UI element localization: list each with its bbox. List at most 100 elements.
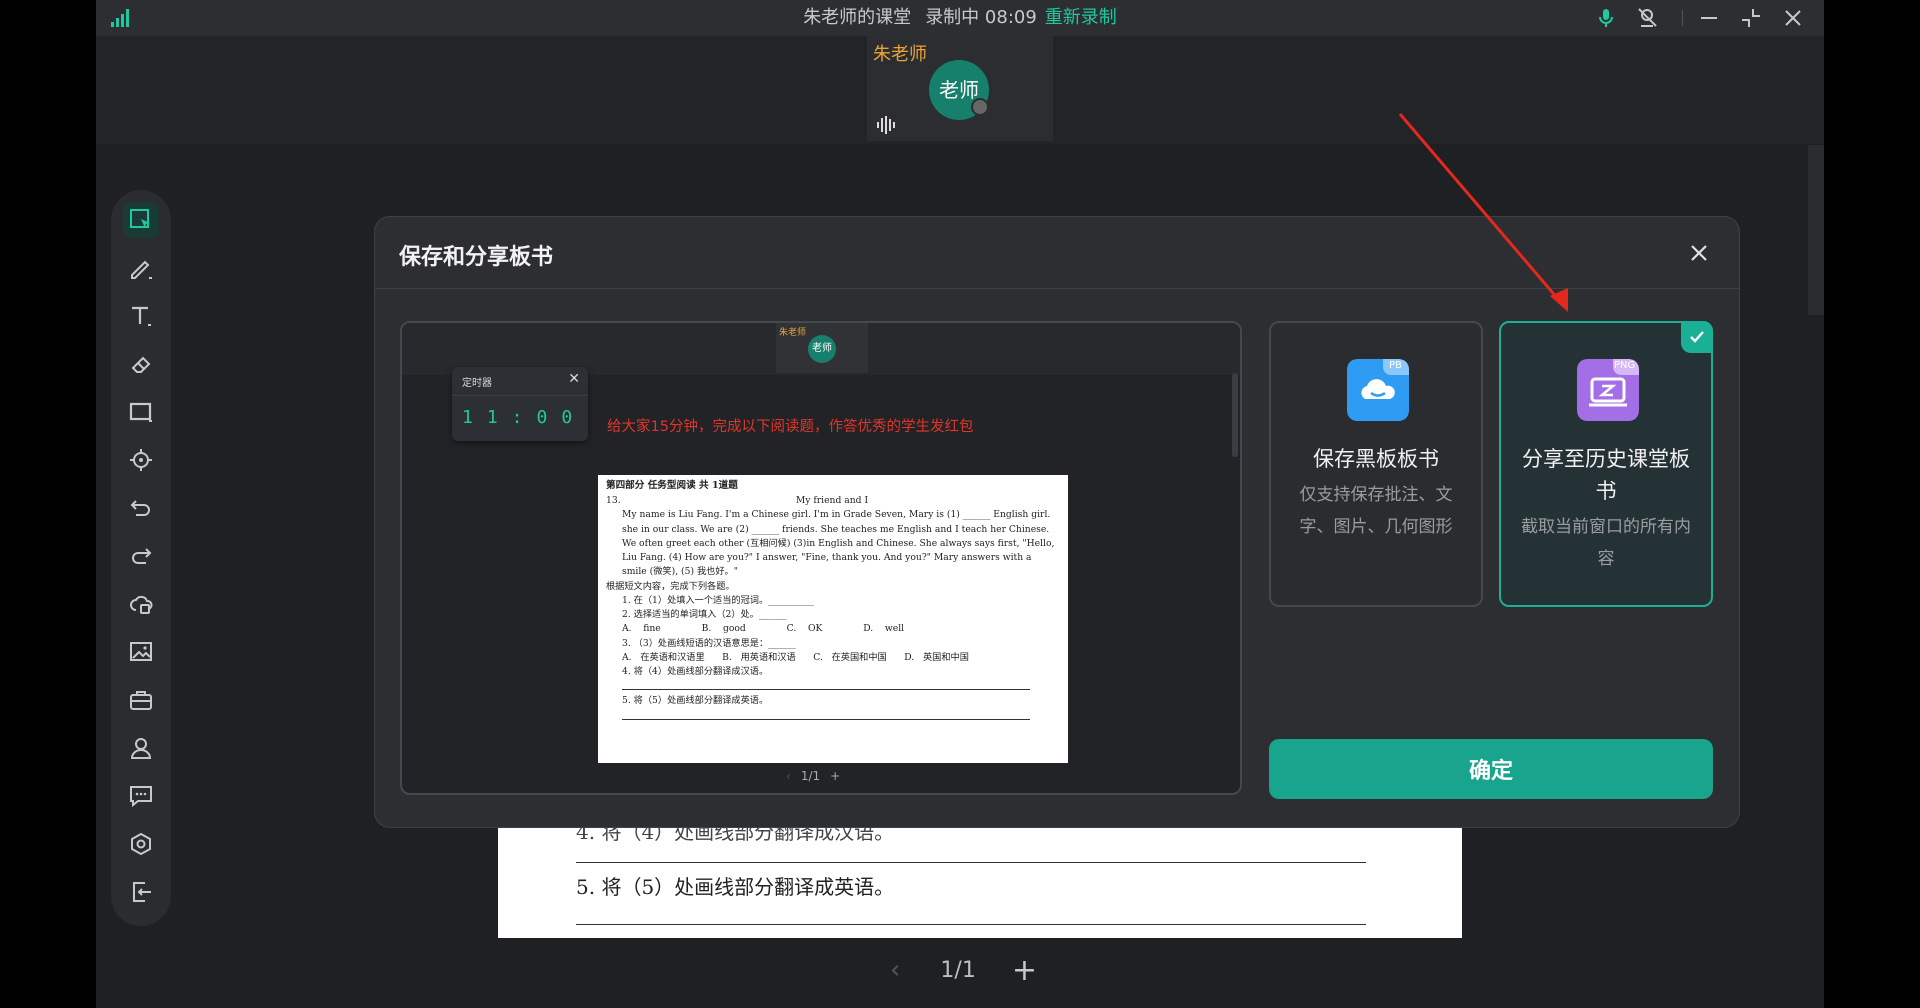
audio-wave-icon: [877, 116, 895, 134]
selected-check-icon: [1681, 321, 1713, 353]
preview-scrollbar: [1232, 373, 1238, 457]
preview-avatar: 老师: [808, 335, 836, 363]
page-indicator: 1/1: [940, 957, 976, 983]
rectangle-icon: [129, 402, 152, 422]
control-divider: [1682, 10, 1683, 26]
preview-teacher-name: 朱老师: [779, 328, 807, 338]
shape-tool[interactable]: [123, 394, 159, 430]
doc-q5: 5. 将（5）处画线部分翻译成英语。: [622, 695, 769, 707]
select-icon: [130, 209, 150, 228]
preview-page-indicator: 1/1: [800, 769, 821, 783]
doc-answer-line: [576, 924, 1366, 925]
dialog-header: 保存和分享板书: [375, 217, 1739, 289]
prev-page-button[interactable]: ‹: [890, 955, 900, 985]
toolbox-tool[interactable]: [123, 682, 159, 718]
board-preview: 朱老师 老师 定时器 ✕ 11:00 给大家15分钟，完成以下阅读题，作答优秀的…: [400, 321, 1242, 795]
doc-passage-title: My friend and I: [795, 495, 869, 507]
video-area: 朱老师 老师: [96, 36, 1824, 144]
confirm-button[interactable]: 确定: [1269, 739, 1713, 799]
text-icon: [132, 306, 151, 326]
classroom-app: 朱老师的课堂 录制中 08:09 重新录制 朱老师 老师 4. 将（4）处画线部…: [96, 0, 1824, 1008]
dialog-close-button[interactable]: [1683, 237, 1715, 269]
avatar-muted-badge-icon: [971, 98, 989, 116]
png-badge: PNG: [1614, 360, 1636, 371]
option-share-desc: 截取当前窗口的所有内容: [1521, 517, 1691, 569]
pb-badge: PB: [1389, 360, 1402, 371]
whiteboard-toolbar: [111, 190, 171, 926]
minimize-icon[interactable]: [1697, 6, 1721, 30]
preview-notice-text: 给大家15分钟，完成以下阅读题，作答优秀的学生发红包: [607, 419, 974, 435]
option-save-title: 保存黑板板书: [1313, 447, 1439, 471]
chat-tool[interactable]: [123, 778, 159, 814]
option-share-history[interactable]: PNG 分享至历史课堂板书 截取当前窗口的所有内容: [1499, 321, 1713, 607]
teacher-video-tile[interactable]: 朱老师 老师: [867, 36, 1053, 141]
doc-instruction: 根据短文内容，完成下列各题。: [606, 580, 735, 592]
chat-icon: [130, 786, 152, 808]
doc-q4: 4. 将（4）处画线部分翻译成汉语。: [622, 666, 769, 678]
window-controls: [1594, 6, 1805, 30]
doc-q2-options: A. fine B. good C. OK D. well: [622, 623, 905, 635]
text-tool[interactable]: [123, 298, 159, 334]
page-navigation: ‹ 1/1 +: [890, 953, 1037, 988]
timer-close-icon: ✕: [568, 371, 580, 387]
image-icon: [130, 642, 152, 661]
cloud-disk-icon: [130, 595, 153, 614]
redo-tool[interactable]: [123, 538, 159, 574]
restore-icon[interactable]: [1739, 6, 1763, 30]
doc-line-q5: 5. 将（5）处画线部分翻译成英语。: [576, 875, 895, 899]
doc-q3: 3. （3）处画线短语的汉语意思是：______: [622, 637, 796, 649]
option-save-desc: 仅支持保存批注、文字、图片、几何图形: [1299, 485, 1453, 537]
eraser-icon: [131, 356, 151, 373]
preview-prev: ‹: [786, 769, 791, 783]
classroom-name: 朱老师的课堂: [803, 7, 912, 28]
timer-divider: [452, 395, 588, 396]
doc-answer-line: [622, 689, 1030, 691]
exit-tool[interactable]: [123, 874, 159, 910]
preview-document: 第四部分 任务型阅读 共 1道题 13. My friend and I My …: [598, 475, 1068, 763]
user-icon: [130, 738, 152, 759]
timer-digits: 11:00: [462, 407, 587, 428]
select-tool[interactable]: [123, 202, 159, 238]
doc-answer-line: [622, 718, 1030, 720]
doc-q1: 1. 在（1）处填入一个适当的冠词。__________: [622, 594, 815, 606]
board-scrollbar[interactable]: [1808, 145, 1824, 315]
settings-tool[interactable]: [123, 826, 159, 862]
doc-passage: My name is Liu Fang. I'm a Chinese girl.…: [622, 509, 1055, 578]
preview-teacher-tile: 朱老师 老师: [776, 323, 868, 373]
close-window-icon[interactable]: [1781, 6, 1805, 30]
pen-icon: [131, 260, 152, 279]
title-bar: 朱老师的课堂 录制中 08:09 重新录制: [96, 0, 1824, 36]
preview-add: +: [830, 769, 841, 783]
rerecord-link[interactable]: 重新录制: [1045, 7, 1117, 28]
doc-q3-options: A. 在英语和汉语里 B. 用英语和汉语 C. 在英国和中国 D. 英国和中国: [622, 651, 969, 663]
close-icon: [1691, 245, 1707, 261]
cloud-disk-tool[interactable]: [123, 586, 159, 622]
add-page-button[interactable]: +: [1012, 953, 1037, 988]
redo-icon: [132, 548, 152, 564]
camera-off-icon[interactable]: [1636, 6, 1660, 30]
preview-page-nav: ‹ 1/1 +: [786, 769, 840, 783]
image-tool[interactable]: [123, 634, 159, 670]
save-share-dialog: 保存和分享板书 朱老师 老师 定时器 ✕ 11:00 给大家15分钟，完成以下阅…: [374, 216, 1740, 828]
pen-tool[interactable]: [123, 250, 159, 286]
undo-icon: [130, 500, 150, 516]
recording-status: 录制中 08:09: [925, 7, 1037, 28]
doc-q2: 2. 选择适当的单词填入（2）处。______: [622, 609, 787, 621]
preview-timer-widget: 定时器 ✕ 11:00: [452, 367, 588, 441]
title-text: 朱老师的课堂 录制中 08:09 重新录制: [96, 0, 1824, 36]
doc-answer-line: [576, 862, 1366, 863]
board-document: 4. 将（4）处画线部分翻译成汉语。 5. 将（5）处画线部分翻译成英语。: [498, 820, 1462, 938]
toolbox-icon: [130, 691, 152, 710]
undo-tool[interactable]: [123, 490, 159, 526]
members-tool[interactable]: [123, 730, 159, 766]
doc-section-header: 第四部分 任务型阅读 共 1道题: [606, 480, 738, 491]
option-share-title: 分享至历史课堂板书: [1522, 447, 1690, 503]
timer-title: 定时器: [462, 378, 492, 389]
laser-pointer-icon: [130, 449, 152, 471]
pointer-tool[interactable]: [123, 442, 159, 478]
eraser-tool[interactable]: [123, 346, 159, 382]
option-save-board[interactable]: PB 保存黑板板书 仅支持保存批注、文字、图片、几何图形: [1269, 321, 1483, 607]
microphone-icon[interactable]: [1594, 6, 1618, 30]
exit-icon: [133, 882, 151, 902]
settings-icon: [131, 832, 151, 856]
